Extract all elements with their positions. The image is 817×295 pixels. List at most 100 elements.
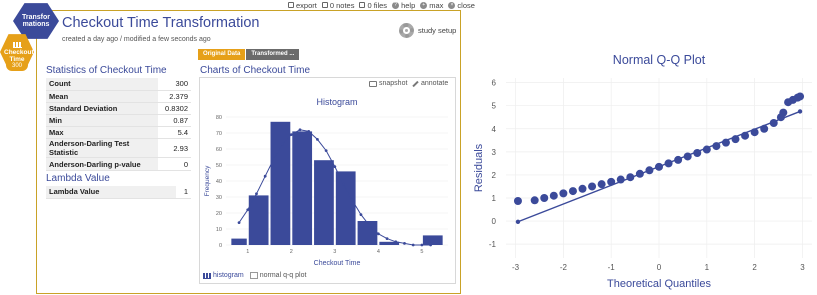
stat-label: Standard Deviation [46, 102, 158, 116]
notes-button[interactable]: 0 notes [321, 0, 354, 10]
normal-curve-point [255, 192, 258, 196]
x-axis-label: Theoretical Quantiles [607, 278, 711, 290]
table-row: Max 5.4 [46, 126, 191, 140]
normal-curve-point [376, 232, 380, 236]
statistics-title: Statistics of Checkout Time [46, 65, 167, 76]
table-row: Min 0.87 [46, 114, 191, 128]
qq-data-point [721, 138, 730, 147]
histogram-bar [357, 221, 378, 245]
normal-curve-point [403, 242, 406, 245]
qq-data-point [731, 135, 740, 144]
stat-label: Mean [46, 90, 158, 103]
histogram-bar [231, 238, 247, 245]
files-button[interactable]: 0 files [359, 0, 387, 10]
normal-curve-point [394, 240, 398, 244]
gear-icon [399, 23, 414, 38]
x-tick-label: 4 [377, 249, 380, 255]
histogram-bar [422, 235, 443, 245]
normal-curve-point [385, 237, 389, 241]
lambda-title: Lambda Value [46, 173, 110, 184]
qq-data-point [674, 155, 683, 164]
study-setup-button[interactable]: study setup [399, 23, 456, 38]
y-tick-label: 50 [216, 163, 222, 169]
y-tick-label: 0 [492, 217, 497, 226]
lambda-label: Lambda Value [46, 186, 176, 199]
histogram-chart: Histogram 0 10 20 30 40 50 60 70 80 1 2 3 4 5 Checkout … [204, 97, 448, 267]
normal-curve-point [350, 198, 354, 202]
y-tick-label: 0 [219, 243, 222, 249]
maximize-icon: + [420, 1, 428, 9]
qq-data-point [588, 182, 597, 191]
qq-plot-title: Normal Q-Q Plot [613, 53, 706, 67]
qq-data-point [664, 159, 673, 168]
export-button[interactable]: export [288, 0, 317, 10]
page-title: Checkout Time Transformation [62, 15, 260, 31]
reference-line-endpoint [515, 219, 521, 224]
tab-transformed-data[interactable]: Transformed ... [246, 49, 300, 60]
tab-normal-qq-plot[interactable]: normal q-q plot [249, 272, 306, 279]
notes-icon [321, 2, 328, 8]
qq-data-point [635, 169, 644, 178]
qq-data-point [578, 184, 587, 193]
tab-histogram[interactable]: histogram [203, 272, 244, 279]
qq-data-point [607, 177, 616, 186]
tab-original-data[interactable]: Original Data [198, 49, 246, 60]
qq-data-point [626, 173, 635, 182]
chart-type-tabs: histogram normal q-q plot [203, 272, 306, 279]
lambda-value: 1 [176, 186, 191, 199]
max-button[interactable]: + max [420, 0, 443, 10]
stat-label: Anderson-Darling Test Statistic [46, 138, 158, 159]
qq-data-point [597, 180, 606, 189]
data-tabs: Original Data Transformed ... [198, 49, 300, 60]
close-button[interactable]: × close [448, 0, 475, 10]
x-tick-label: 1 [246, 249, 249, 255]
y-axis-label: Residuals [473, 143, 485, 192]
help-icon: ? [392, 1, 400, 9]
stat-value: 0 [158, 157, 191, 171]
qq-plot-chart: Normal Q-Q Plot -1 0 1 2 3 4 5 6 -3 -2 -1 0 1 2 3 Theore… [473, 53, 812, 290]
normal-curve-point [307, 130, 311, 133]
snapshot-button[interactable]: snapshot [369, 80, 407, 87]
annotate-button[interactable]: annotate [412, 80, 448, 87]
qq-data-point [540, 194, 549, 202]
x-tick-label: 1 [705, 263, 710, 272]
normal-curve-point [237, 221, 241, 224]
qq-data-point [530, 196, 539, 205]
y-axis-label: Frequency [204, 165, 211, 196]
y-tick-label: 10 [216, 227, 222, 233]
x-tick-label: -2 [560, 263, 568, 272]
normal-curve-point [429, 243, 432, 247]
qq-plot-icon [249, 272, 258, 279]
table-row: Mean 2.379 [46, 90, 191, 103]
x-tick-label: 0 [657, 263, 662, 272]
normal-curve-point [333, 165, 337, 168]
stat-value: 2.379 [158, 90, 191, 103]
qq-data-point [712, 142, 721, 151]
help-button[interactable]: ? help [392, 0, 415, 10]
y-tick-label: 70 [216, 131, 222, 137]
top-toolbar: export 0 notes 0 files ? help + max × close [288, 0, 475, 10]
reference-line-endpoint [797, 109, 803, 114]
y-tick-label: -1 [489, 240, 497, 249]
normal-curve-point [316, 138, 319, 141]
histogram-bar [292, 131, 313, 245]
lambda-table: Lambda Value 1 [46, 186, 191, 199]
qq-data-point [559, 189, 568, 198]
charts-title: Charts of Checkout Time [200, 65, 311, 76]
stat-label: Anderson-Darling p-value [46, 157, 158, 171]
stat-value: 0.87 [158, 114, 191, 128]
qq-data-point [683, 152, 692, 161]
y-tick-label: 60 [216, 147, 222, 153]
stat-label: Count [46, 78, 158, 91]
y-tick-label: 40 [216, 179, 222, 185]
histogram-bar [335, 171, 356, 245]
table-row: Lambda Value 1 [46, 186, 191, 199]
camera-icon [369, 80, 377, 87]
x-tick-label: 5 [420, 249, 423, 255]
qq-data-point [750, 128, 759, 137]
qq-data-point [549, 191, 558, 200]
pencil-icon [412, 80, 419, 87]
qq-data-point [769, 119, 778, 127]
stat-value: 0.8302 [158, 102, 191, 116]
qq-data-point [568, 187, 577, 196]
